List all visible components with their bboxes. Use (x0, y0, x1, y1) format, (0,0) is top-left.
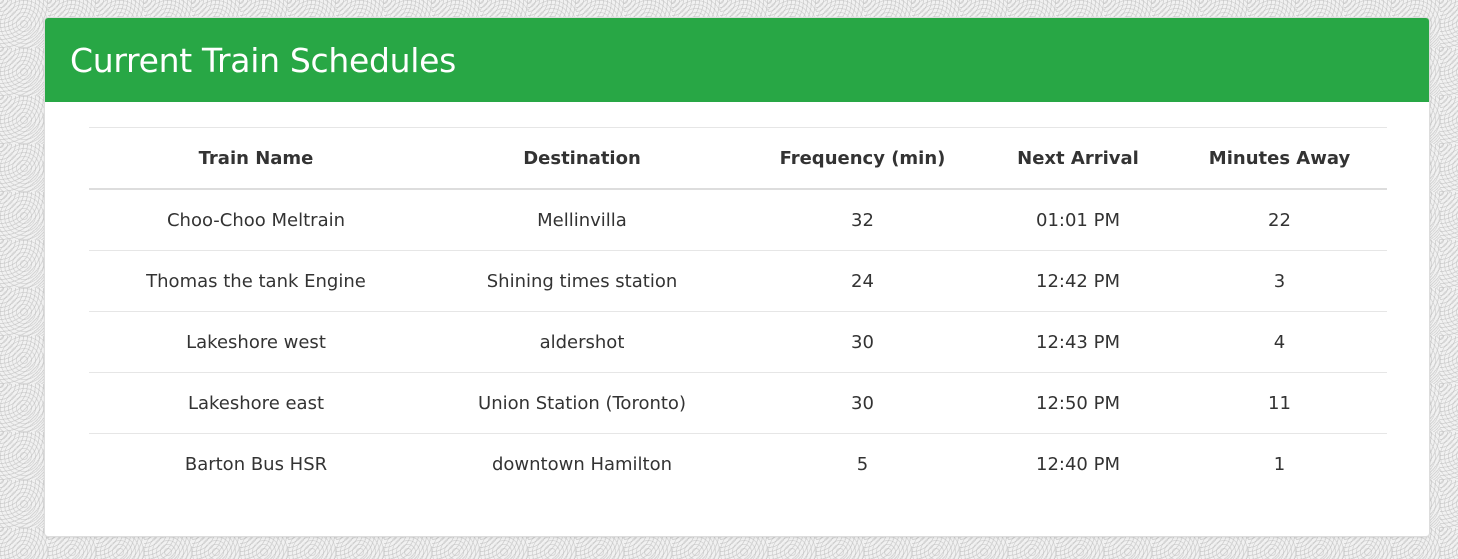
panel-body: Train Name Destination Frequency (min) N… (45, 102, 1429, 494)
header-destination: Destination (423, 127, 741, 190)
header-train-name: Train Name (89, 127, 423, 190)
cell-minutes-away: 11 (1172, 372, 1387, 434)
panel-heading: Current Train Schedules (45, 18, 1429, 102)
cell-train-name: Thomas the tank Engine (89, 250, 423, 312)
header-frequency: Frequency (min) (741, 127, 984, 190)
cell-next-arrival: 01:01 PM (984, 188, 1172, 251)
cell-destination: Shining times station (423, 250, 741, 312)
header-row: Train Name Destination Frequency (min) N… (89, 127, 1387, 190)
cell-next-arrival: 12:40 PM (984, 433, 1172, 494)
table-body: Choo-Choo Meltrain Mellinvilla 32 01:01 … (89, 188, 1387, 494)
cell-next-arrival: 12:50 PM (984, 372, 1172, 434)
schedule-table: Train Name Destination Frequency (min) N… (89, 127, 1387, 494)
cell-minutes-away: 3 (1172, 250, 1387, 312)
table-row: Lakeshore west aldershot 30 12:43 PM 4 (89, 311, 1387, 373)
table-row: Lakeshore east Union Station (Toronto) 3… (89, 372, 1387, 434)
cell-train-name: Lakeshore west (89, 311, 423, 373)
cell-frequency: 32 (741, 188, 984, 251)
header-next-arrival: Next Arrival (984, 127, 1172, 190)
cell-minutes-away: 4 (1172, 311, 1387, 373)
cell-frequency: 5 (741, 433, 984, 494)
table-header: Train Name Destination Frequency (min) N… (89, 127, 1387, 190)
cell-destination: Union Station (Toronto) (423, 372, 741, 434)
cell-frequency: 30 (741, 311, 984, 373)
table-row: Choo-Choo Meltrain Mellinvilla 32 01:01 … (89, 188, 1387, 251)
header-minutes-away: Minutes Away (1172, 127, 1387, 190)
cell-next-arrival: 12:42 PM (984, 250, 1172, 312)
cell-destination: aldershot (423, 311, 741, 373)
panel-title: Current Train Schedules (70, 40, 457, 80)
cell-minutes-away: 1 (1172, 433, 1387, 494)
table-row: Thomas the tank Engine Shining times sta… (89, 250, 1387, 312)
cell-destination: downtown Hamilton (423, 433, 741, 494)
cell-frequency: 30 (741, 372, 984, 434)
cell-minutes-away: 22 (1172, 188, 1387, 251)
cell-frequency: 24 (741, 250, 984, 312)
cell-destination: Mellinvilla (423, 188, 741, 251)
cell-train-name: Choo-Choo Meltrain (89, 188, 423, 251)
cell-train-name: Barton Bus HSR (89, 433, 423, 494)
schedule-panel: Current Train Schedules Train Name Desti… (44, 17, 1430, 537)
table-row: Barton Bus HSR downtown Hamilton 5 12:40… (89, 433, 1387, 494)
cell-train-name: Lakeshore east (89, 372, 423, 434)
cell-next-arrival: 12:43 PM (984, 311, 1172, 373)
